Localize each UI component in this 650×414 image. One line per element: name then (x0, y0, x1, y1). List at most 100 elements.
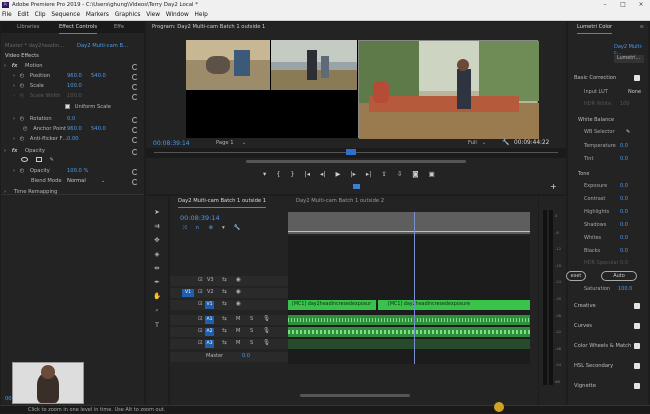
timeline-playhead[interactable] (414, 212, 415, 364)
anchor-y[interactable]: 540.0 (91, 125, 106, 134)
vignette-checkbox[interactable] (634, 383, 640, 389)
mic-icon[interactable]: 🎙 (263, 316, 270, 322)
nest-icon[interactable]: ⤨ (182, 225, 186, 232)
plus-icon[interactable]: + (550, 182, 557, 191)
source-clip-label[interactable]: Master * day2headin… (5, 42, 64, 51)
tab-sequence-2[interactable]: Day2 Multi-cam Batch 1 outside 2 (296, 196, 384, 207)
panel-menu-icon[interactable]: ≡ (640, 22, 644, 33)
eye-icon[interactable]: ◉ (236, 277, 241, 283)
video-clip-1[interactable]: [MC1] day2headincresedexposur (288, 300, 376, 310)
auto-button[interactable]: Auto (601, 271, 637, 281)
sync-lock-icon[interactable]: ⇆ (222, 277, 227, 283)
menu-view[interactable]: View (146, 12, 160, 18)
export-frame-icon[interactable]: ▣ (429, 170, 435, 178)
toggle-arrow-icon[interactable]: › (4, 63, 6, 69)
tint-value[interactable]: 0.0 (620, 155, 628, 163)
lock-icon[interactable]: ⊡ (198, 289, 203, 295)
stopwatch-icon[interactable]: ◴ (20, 136, 25, 142)
color-wheels-checkbox[interactable] (634, 343, 640, 349)
rect-mask-icon[interactable] (35, 157, 42, 162)
reset-icon[interactable] (132, 169, 138, 175)
section-basic-correction[interactable]: Basic Correction (574, 72, 642, 84)
toggle-arrow-icon[interactable]: › (13, 168, 15, 174)
sync-lock-icon[interactable]: ⇆ (222, 328, 227, 334)
reset-icon[interactable] (132, 137, 138, 143)
stopwatch-icon[interactable]: ◴ (20, 116, 25, 122)
menu-edit[interactable]: Edit (18, 12, 29, 18)
timeline-zoom-scrollbar[interactable] (300, 394, 410, 397)
sync-lock-icon[interactable]: ⇆ (222, 340, 227, 346)
selection-tool-icon[interactable]: ➤ (154, 208, 159, 216)
toggle-arrow-icon[interactable]: › (13, 136, 15, 142)
eye-icon[interactable]: ◉ (236, 289, 241, 295)
slip-tool-icon[interactable]: ⇹ (154, 264, 159, 272)
program-timecode[interactable]: 00:08:39:14 (153, 140, 190, 147)
reset-icon[interactable] (132, 149, 138, 155)
marker-icon[interactable]: ▾ (263, 170, 266, 178)
motion-row[interactable]: › fx Motion (4, 62, 43, 71)
section-vignette[interactable]: Vignette (574, 380, 642, 392)
wrench-icon[interactable]: 🔧 (502, 139, 509, 146)
position-y[interactable]: 540.0 (91, 72, 106, 81)
curves-checkbox[interactable] (634, 323, 640, 329)
toggle-arrow-icon[interactable]: › (4, 148, 6, 154)
playhead-marker[interactable] (346, 149, 356, 155)
track-select-icon[interactable]: ⇉ (154, 222, 159, 230)
menu-sequence[interactable]: Sequence (51, 12, 80, 18)
scale-value[interactable]: 100.0 (67, 82, 82, 91)
menu-graphics[interactable]: Graphics (115, 12, 141, 18)
solo-button[interactable]: S (250, 340, 253, 346)
anti-flicker-value[interactable]: 0.00 (67, 135, 79, 144)
page-selector[interactable]: Page 1 (216, 140, 234, 146)
lumetri-clip-selector[interactable]: Lumetri… (614, 55, 644, 63)
sync-lock-icon[interactable]: ⇆ (222, 316, 227, 322)
creative-checkbox[interactable] (634, 303, 640, 309)
tab-effects[interactable]: Effe (114, 22, 124, 33)
anchor-x[interactable]: 960.0 (67, 125, 82, 134)
multicam-toggle-icon[interactable] (353, 184, 360, 189)
stopwatch-icon[interactable]: ◴ (20, 83, 25, 89)
toggle-arrow-icon[interactable]: › (13, 83, 15, 89)
tab-lumetri-color[interactable]: Lumetri Color (577, 22, 613, 34)
timeline-timecode[interactable]: 00:08:39:14 (180, 214, 220, 222)
step-forward-icon[interactable]: |▸ (350, 170, 355, 178)
track-header-a2[interactable]: ⊡ A2 ⇆ M S 🎙 (170, 327, 288, 337)
eyedropper-icon[interactable]: ✎ (626, 128, 630, 136)
white-balance-heading[interactable]: White Balance (578, 116, 638, 124)
extract-icon[interactable]: ⇩ (397, 170, 402, 178)
wrench-icon[interactable]: 🔧 (234, 225, 241, 232)
time-ruler[interactable] (288, 212, 530, 234)
snap-icon[interactable]: ∩ (195, 225, 199, 232)
menu-clip[interactable]: Clip (35, 12, 46, 18)
mark-out-icon[interactable]: } (290, 170, 294, 178)
mic-icon[interactable]: 🎙 (263, 340, 270, 346)
camera-icon[interactable]: ◙ (412, 170, 418, 178)
reset-icon[interactable] (132, 64, 138, 70)
position-x[interactable]: 960.0 (67, 72, 82, 81)
lock-icon[interactable]: ⊡ (198, 340, 203, 346)
chevron-down-icon[interactable]: ⌄ (101, 177, 105, 186)
section-creative[interactable]: Creative (574, 300, 642, 312)
type-tool-icon[interactable]: T (155, 321, 159, 329)
source-patch-v1[interactable]: V1 (182, 289, 194, 297)
lock-icon[interactable]: ⊡ (198, 316, 203, 322)
mark-in-icon[interactable]: { (276, 170, 280, 178)
lift-icon[interactable]: ⇪ (381, 170, 386, 178)
close-icon[interactable]: × (632, 0, 650, 10)
sync-lock-icon[interactable]: ⇆ (222, 289, 227, 295)
track-label-a2[interactable]: A2 (205, 328, 214, 336)
pen-icon[interactable]: ✎ (49, 157, 53, 163)
video-clip-2[interactable]: [MC1] day2headincresedexposure (378, 300, 530, 310)
track-label-a3[interactable]: A3 (205, 340, 214, 348)
track-label-a1[interactable]: A1 (205, 316, 214, 324)
menu-help[interactable]: Help (195, 12, 208, 18)
reset-icon[interactable] (132, 94, 138, 100)
track-content-area[interactable]: [MC1] day2headincresedexposur [MC1] day2… (288, 236, 530, 364)
track-header-v3[interactable]: ⊡ V3 ⇆ ◉ (170, 276, 288, 286)
uniform-scale-checkbox[interactable] (65, 104, 70, 109)
minimize-icon[interactable]: – (596, 0, 614, 10)
track-header-master[interactable]: Master 0.0 (170, 352, 288, 362)
menu-markers[interactable]: Markers (86, 12, 109, 18)
maximize-icon[interactable]: □ (614, 0, 632, 10)
eye-icon[interactable]: ◉ (236, 301, 241, 307)
